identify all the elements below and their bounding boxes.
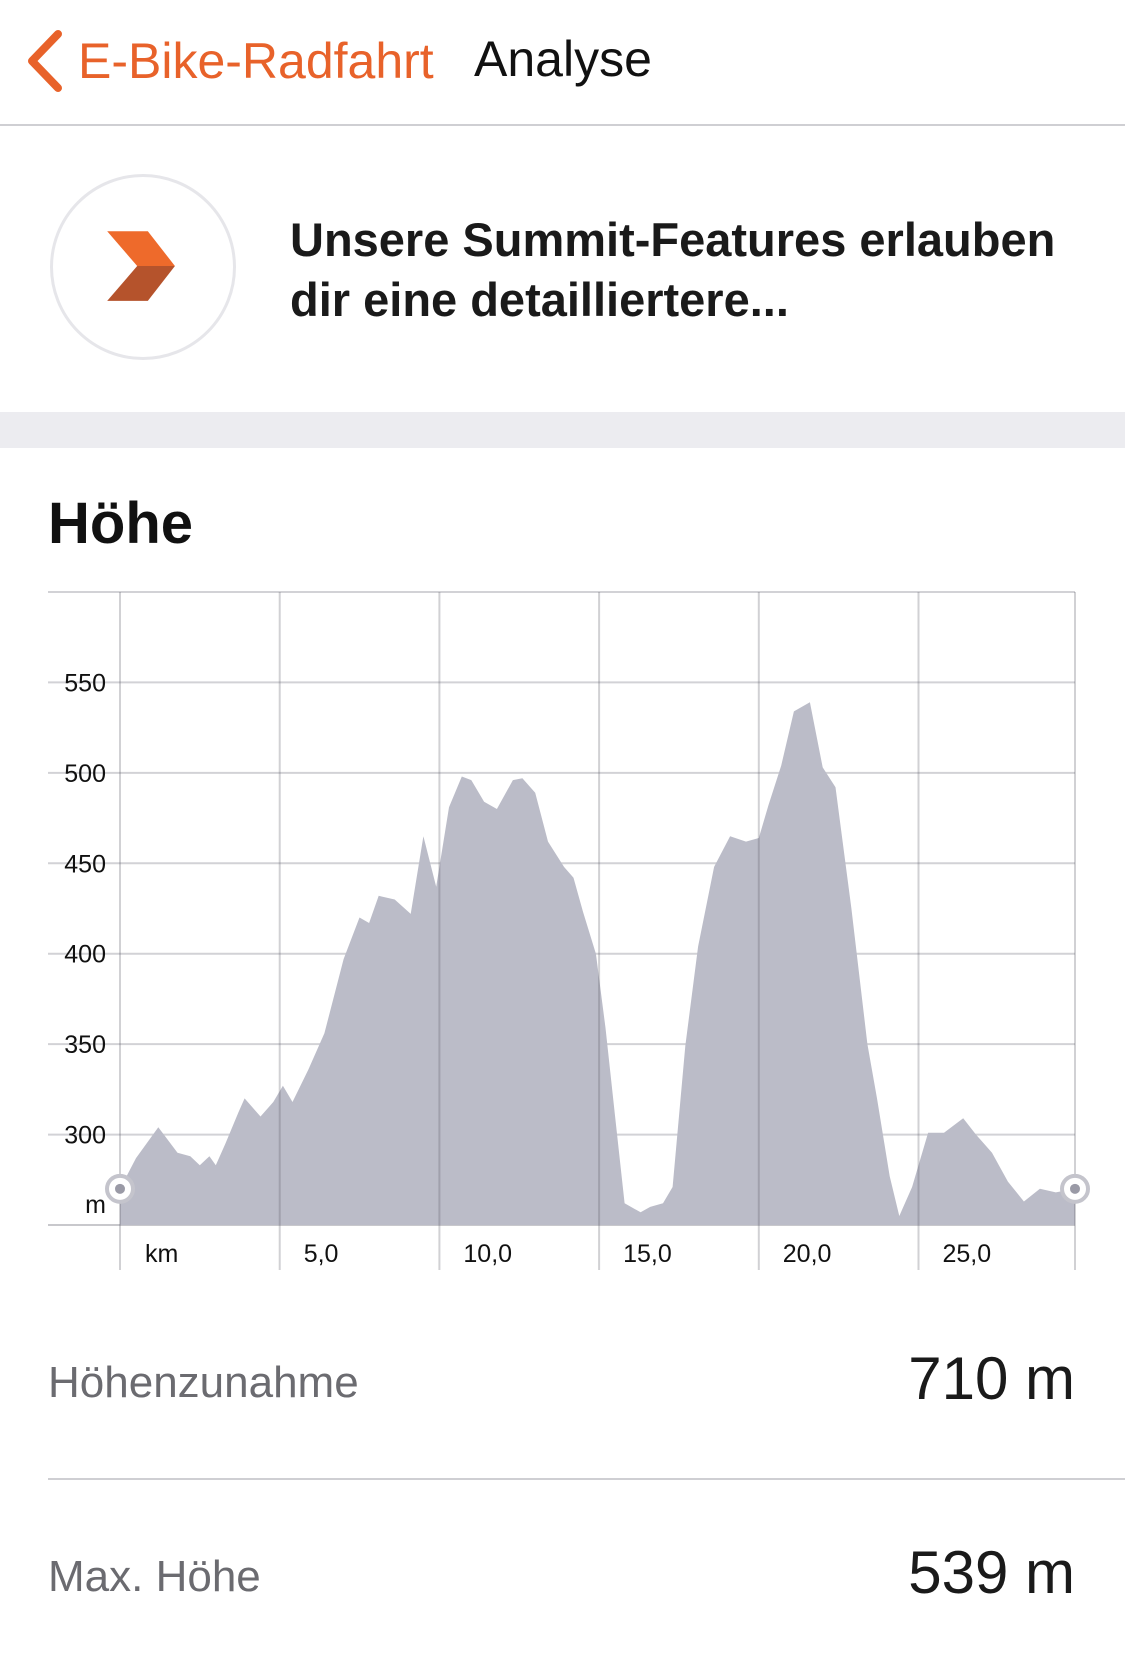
max-elevation-value: 539 m: [908, 1539, 1075, 1606]
x-tick-label: 5,0: [304, 1240, 339, 1268]
x-tick-label: 10,0: [463, 1240, 512, 1268]
back-button[interactable]: E-Bike-Radfahrt: [24, 26, 434, 96]
x-tick-label: 20,0: [783, 1240, 832, 1268]
x-unit-label: km: [145, 1240, 178, 1268]
y-tick-label: 350: [64, 1031, 106, 1059]
y-tick-label: 500: [64, 760, 106, 788]
navigation-bar: E-Bike-Radfahrt Analyse: [0, 0, 1125, 126]
elevation-gain-row: Höhenzunahme 710 m: [48, 1345, 1075, 1458]
chevron-left-icon: [24, 28, 64, 94]
x-tick-label: 25,0: [942, 1240, 991, 1268]
strava-summit-chevron-icon: [50, 174, 236, 360]
back-button-label: E-Bike-Radfahrt: [78, 33, 434, 89]
y-tick-label: 550: [64, 669, 106, 697]
y-unit-label: m: [85, 1191, 106, 1219]
route-end-marker: [1060, 1173, 1090, 1204]
elevation-gain-value: 710 m: [908, 1345, 1075, 1412]
elevation-chart: 300 350 400 450 500 550 m km 5,0 10,0 15,0 20,0 25,0: [0, 580, 1125, 1280]
elevation-area: [120, 702, 1075, 1225]
promo-text: Unsere Summit-Features erlauben dir eine…: [290, 213, 1056, 326]
max-elevation-row: Max. Höhe 539 m: [48, 1539, 1075, 1652]
x-tick-label: 15,0: [623, 1240, 672, 1268]
summit-promo-banner[interactable]: Unsere Summit-Features erlauben dir eine…: [0, 126, 1125, 412]
y-tick-label: 400: [64, 941, 106, 969]
elevation-gain-label: Höhenzunahme: [48, 1358, 359, 1407]
page-title: Analyse: [474, 31, 652, 87]
y-tick-label: 450: [64, 850, 106, 878]
section-separator: [0, 412, 1125, 448]
max-elevation-label: Max. Höhe: [48, 1552, 261, 1601]
section-title: Höhe: [48, 491, 193, 556]
row-divider: [48, 1478, 1125, 1480]
y-tick-label: 300: [64, 1122, 106, 1150]
route-start-marker: [105, 1173, 135, 1204]
